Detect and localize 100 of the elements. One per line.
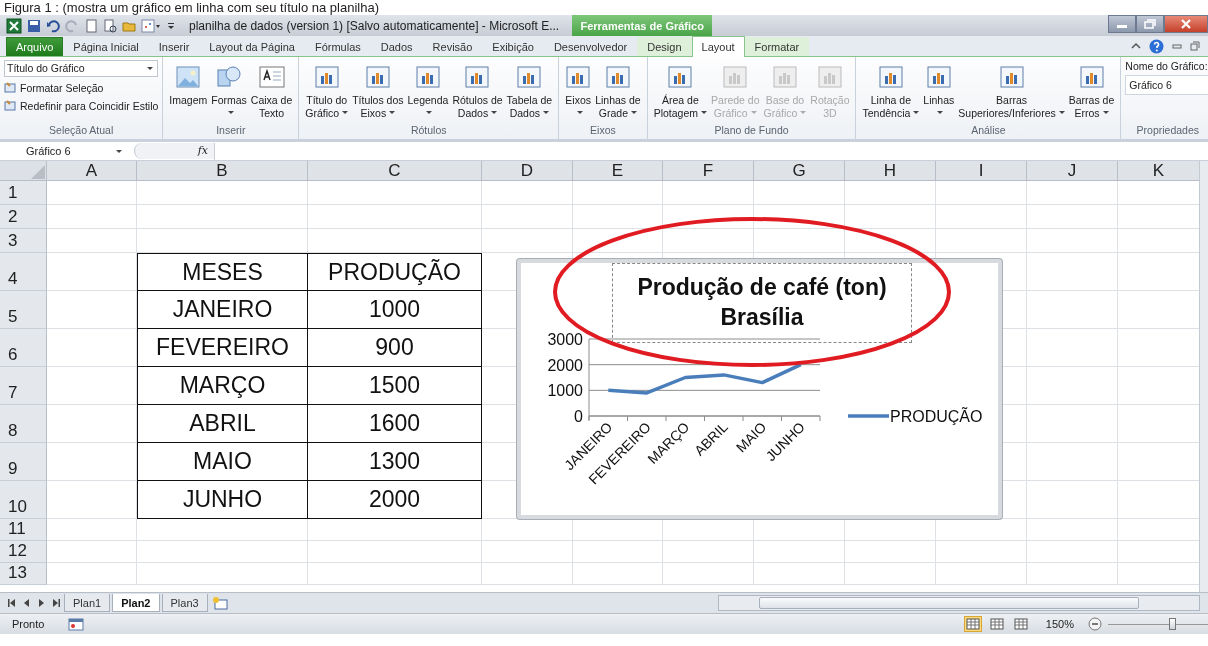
- help-icon[interactable]: [1149, 38, 1164, 54]
- sheet-tab[interactable]: Plan1: [64, 594, 111, 612]
- row-header[interactable]: 8: [0, 405, 47, 443]
- ribbon-button[interactable]: Legenda: [405, 60, 451, 119]
- restore-button[interactable]: [1136, 15, 1164, 33]
- document-icon[interactable]: [84, 18, 98, 33]
- ribbon-button[interactable]: Linhas de Grade: [593, 60, 643, 119]
- ribbon-tab[interactable]: Inserir: [148, 37, 200, 56]
- previous-sheet-icon[interactable]: [22, 598, 32, 608]
- ribbon-button[interactable]: Caixa de Texto: [248, 60, 295, 119]
- ribbon-button[interactable]: Barras de Erros: [1066, 60, 1117, 119]
- ribbon-group-label: Seleção Atual: [48, 124, 115, 138]
- last-sheet-icon[interactable]: [50, 598, 62, 608]
- ribbon-tab[interactable]: Formatar: [744, 37, 810, 56]
- ribbon-tab[interactable]: Design: [637, 37, 692, 56]
- ribbon-button[interactable]: Rótulos de Dados: [450, 60, 505, 119]
- sheet-tab[interactable]: Plan3: [161, 594, 208, 612]
- ribbon-button[interactable]: Títulos dos Eixos: [350, 60, 406, 119]
- row-header[interactable]: 1: [0, 181, 47, 205]
- ribbon-button[interactable]: Formas: [209, 60, 249, 119]
- collapse-ribbon-icon[interactable]: [1131, 41, 1141, 51]
- first-sheet-icon[interactable]: [6, 598, 18, 608]
- bar-chart-icon: [925, 64, 952, 90]
- row-header[interactable]: 7: [0, 367, 47, 405]
- column-header[interactable]: I: [936, 161, 1027, 181]
- ribbon-command[interactable]: Formatar Seleção: [4, 80, 104, 95]
- ribbon-tab[interactable]: Layout da Página: [199, 37, 305, 56]
- undo-icon[interactable]: [46, 18, 60, 33]
- sheet-tab[interactable]: Plan2: [112, 594, 160, 612]
- minimize-button[interactable]: [1108, 15, 1136, 33]
- zoom-level[interactable]: 150%: [1045, 618, 1074, 630]
- column-header[interactable]: B: [137, 161, 308, 181]
- zoom-out-icon[interactable]: [1088, 617, 1102, 631]
- ribbon-tab[interactable]: Arquivo: [6, 37, 64, 56]
- caret-icon: [1102, 111, 1109, 115]
- minimize-icon[interactable]: [1172, 41, 1182, 51]
- row-header[interactable]: 5: [0, 291, 47, 329]
- ribbon-button[interactable]: Imagem: [167, 60, 210, 107]
- ribbon-tab[interactable]: Fórmulas: [304, 37, 371, 56]
- ribbon-tab[interactable]: Exibição: [482, 37, 544, 56]
- name-box[interactable]: Gráfico 6: [0, 145, 126, 157]
- ribbon-button[interactable]: Tabela de Dados: [504, 60, 555, 119]
- window-title: planilha de dados (version 1) [Salvo automaticamente] - Microsoft E...: [189, 18, 560, 33]
- ribbon-button[interactable]: Título do Gráfico: [303, 60, 351, 119]
- ribbon-tab[interactable]: Página Inicial: [63, 37, 149, 56]
- vertical-scrollbar[interactable]: [1199, 161, 1208, 592]
- ribbon-command[interactable]: Redefinir para Coincidir Estilo: [4, 98, 159, 113]
- row-header[interactable]: 11: [0, 519, 47, 541]
- save-icon[interactable]: [27, 18, 41, 33]
- ribbon-button[interactable]: Linha de Tendência: [860, 60, 922, 119]
- chart-title[interactable]: Produção de café (ton) Brasília: [612, 263, 912, 343]
- ribbon-group-label: Eixos: [589, 124, 617, 138]
- ribbon-button[interactable]: Área de Plotagem: [651, 60, 710, 119]
- print-preview-icon[interactable]: [103, 18, 117, 33]
- column-header[interactable]: A: [47, 161, 137, 181]
- row-header[interactable]: 4: [0, 253, 47, 291]
- caret-icon: [750, 111, 757, 115]
- ribbon-tab[interactable]: Layout: [691, 36, 745, 57]
- chart-name-field[interactable]: Gráfico 6: [1125, 75, 1208, 95]
- insert-function-button[interactable]: fx: [134, 143, 214, 159]
- ribbon-tab[interactable]: Dados: [370, 37, 423, 56]
- column-header[interactable]: D: [482, 161, 573, 181]
- column-header[interactable]: G: [754, 161, 845, 181]
- column-header[interactable]: H: [845, 161, 936, 181]
- caret-icon: [937, 111, 944, 114]
- caret-icon: [389, 111, 396, 115]
- insert-sheet-icon[interactable]: [211, 596, 230, 610]
- row-header[interactable]: 9: [0, 443, 47, 481]
- close-button[interactable]: [1164, 15, 1208, 33]
- axis-label: 0: [574, 408, 583, 425]
- row-header[interactable]: 6: [0, 329, 47, 367]
- ribbon-button[interactable]: Linhas: [921, 60, 957, 119]
- row-header[interactable]: 10: [0, 481, 47, 519]
- ribbon-tab[interactable]: Revisão: [422, 37, 483, 56]
- ribbon-button[interactable]: Eixos: [563, 60, 594, 119]
- scrollbar-thumb[interactable]: [759, 597, 1139, 609]
- ribbon-button[interactable]: Barras Superiores/Inferiores: [956, 60, 1067, 119]
- chart-icon[interactable]: [141, 18, 161, 33]
- table-cell: 2000: [308, 481, 482, 519]
- row-header[interactable]: 12: [0, 541, 47, 563]
- format-icon: [4, 81, 17, 94]
- next-sheet-icon[interactable]: [36, 598, 46, 608]
- close-icon: [1180, 19, 1192, 29]
- row-header[interactable]: 13: [0, 563, 47, 585]
- macro-record-icon[interactable]: [68, 617, 85, 631]
- restore-icon: [1144, 19, 1156, 29]
- restore-icon[interactable]: [1190, 41, 1200, 51]
- slider-thumb[interactable]: [1168, 618, 1176, 630]
- column-header[interactable]: F: [663, 161, 754, 181]
- ribbon-tab[interactable]: Desenvolvedor: [543, 37, 638, 56]
- horizontal-scrollbar[interactable]: [718, 595, 1200, 611]
- column-header[interactable]: E: [573, 161, 663, 181]
- bar-chart-icon: [771, 64, 798, 90]
- chart-element-dropdown[interactable]: Título do Gráfico: [4, 60, 158, 77]
- column-header[interactable]: K: [1118, 161, 1200, 181]
- row-header[interactable]: 2: [0, 205, 47, 229]
- normal-view-button[interactable]: [963, 616, 982, 632]
- column-header[interactable]: C: [308, 161, 482, 181]
- row-header[interactable]: 3: [0, 229, 47, 253]
- column-header[interactable]: J: [1027, 161, 1118, 181]
